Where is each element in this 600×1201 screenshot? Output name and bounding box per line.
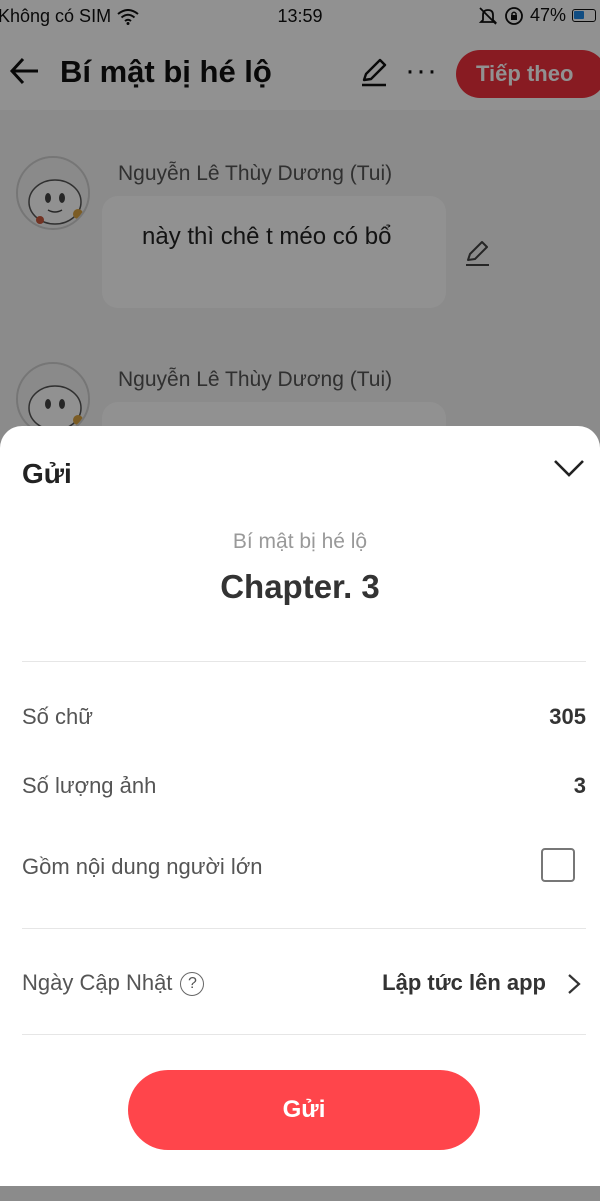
sheet-title: Gửi <box>22 458 72 489</box>
chevron-right-icon[interactable] <box>566 972 582 996</box>
adult-content-checkbox[interactable] <box>541 848 575 882</box>
submit-button[interactable]: Gửi <box>128 1070 480 1150</box>
story-name: Bí mật bị hé lộ <box>232 530 368 553</box>
adult-content-label: Gồm nội dung người lớn <box>22 854 263 879</box>
word-count-label: Số chữ <box>22 704 93 729</box>
divider <box>22 1034 586 1035</box>
image-count-value: 3 <box>573 773 586 798</box>
chevron-down-icon[interactable] <box>552 456 586 480</box>
image-count-label: Số lượng ảnh <box>22 773 157 798</box>
update-date-row[interactable]: Ngày Cập Nhật? <box>22 970 205 996</box>
divider <box>22 661 586 662</box>
word-count-value: 305 <box>549 704 586 729</box>
chapter-name: Chapter. 3 <box>220 568 380 605</box>
publish-sheet: Gửi Bí mật bị hé lộ Chapter. 3 Số chữ 30… <box>0 426 600 1186</box>
divider <box>22 928 586 929</box>
update-date-value[interactable]: Lập tức lên app <box>382 970 546 996</box>
help-icon[interactable]: ? <box>180 972 205 996</box>
update-date-label: Ngày Cập Nhật <box>22 970 173 995</box>
